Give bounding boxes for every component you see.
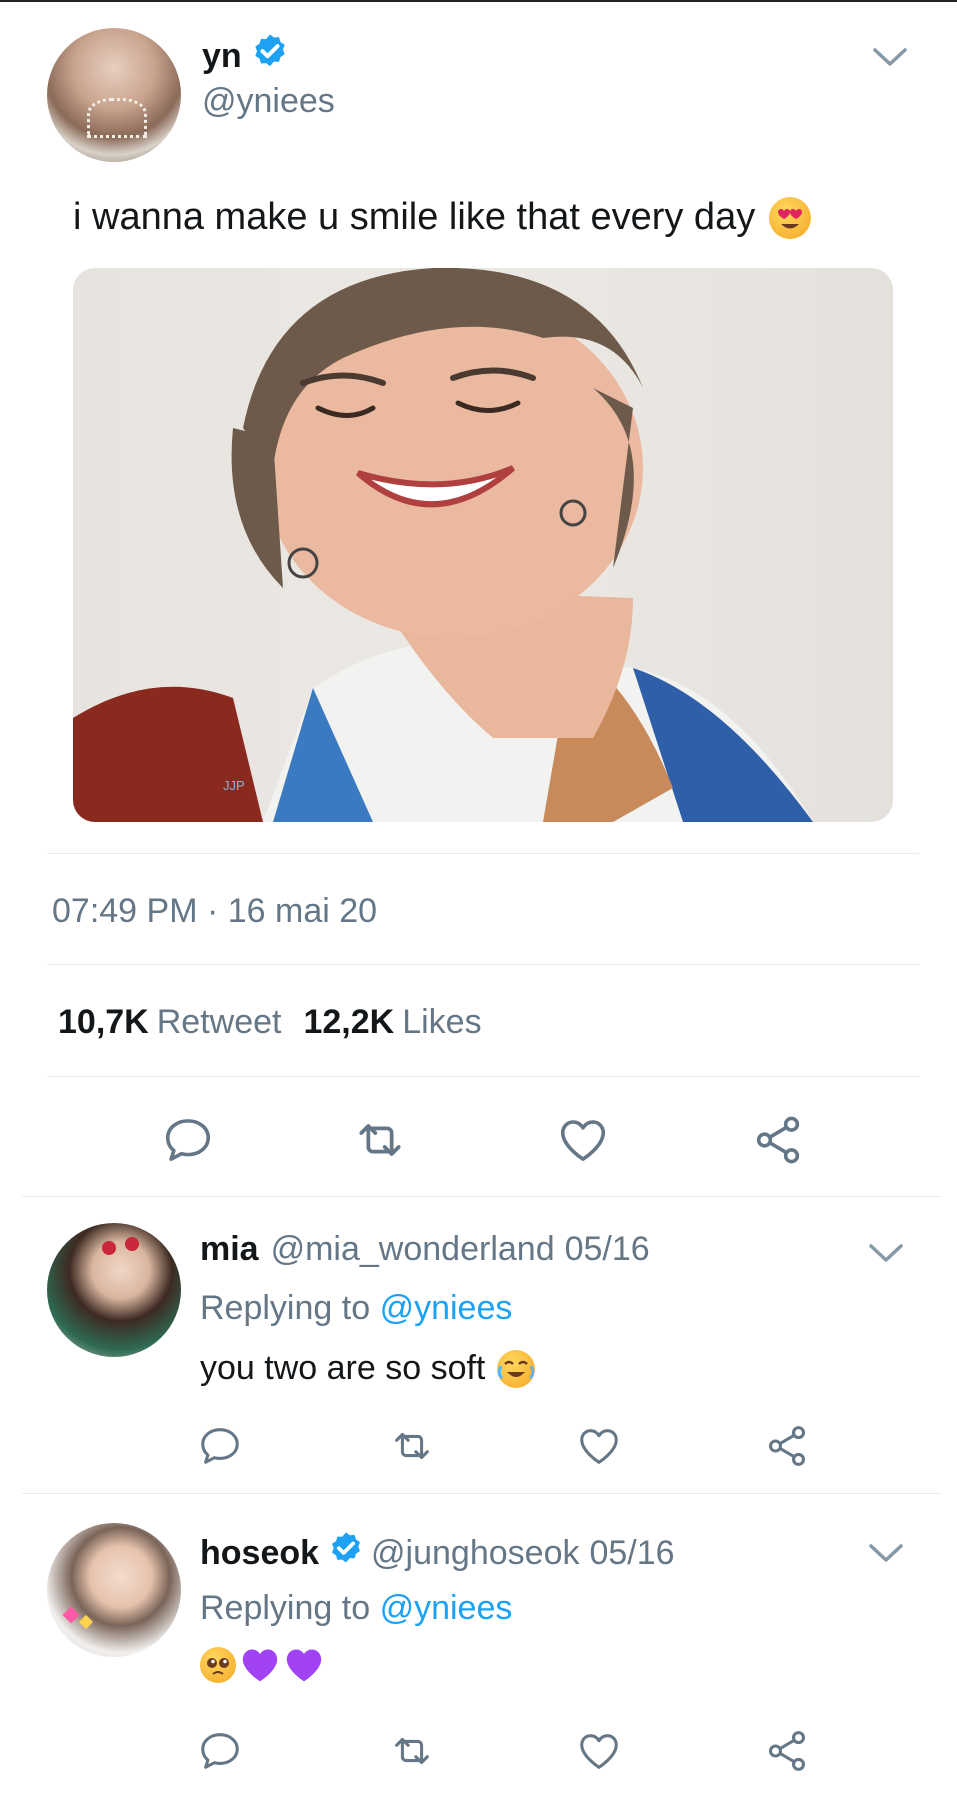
replying-to-mention[interactable]: @yniees bbox=[380, 1589, 513, 1627]
verified-badge-icon bbox=[250, 32, 290, 81]
retweet-icon bbox=[395, 1737, 429, 1765]
reply-button[interactable] bbox=[160, 1112, 216, 1168]
engagement-stats: 10,7K Retweet 12,2K Likes bbox=[58, 1003, 496, 1042]
retweet-button[interactable] bbox=[388, 1422, 436, 1470]
likes-count[interactable]: 12,2K bbox=[303, 1003, 394, 1042]
replying-to-row: Replying to @yniees bbox=[200, 1589, 512, 1628]
reply-text-row bbox=[200, 1647, 324, 1683]
reply-author-name[interactable]: hoseok bbox=[200, 1534, 319, 1573]
purple-heart-icon bbox=[286, 1649, 322, 1682]
reply-icon bbox=[165, 1119, 211, 1161]
retweet-button[interactable] bbox=[388, 1727, 436, 1775]
chevron-down-icon[interactable] bbox=[866, 1538, 906, 1573]
author-name[interactable]: yn bbox=[202, 37, 242, 76]
heart-icon bbox=[580, 1734, 618, 1769]
replying-to-label: Replying to bbox=[200, 1289, 371, 1327]
reply-author-handle[interactable]: @mia_wonderland bbox=[271, 1230, 555, 1269]
reply-author-row: hoseok @junghoseok 05/16 bbox=[200, 1530, 675, 1577]
likes-label[interactable]: Likes bbox=[402, 1003, 481, 1042]
photo-illustration: JJP bbox=[73, 268, 813, 822]
replying-to-mention[interactable]: @yniees bbox=[380, 1289, 513, 1327]
like-button[interactable] bbox=[555, 1112, 611, 1168]
reply-author-name[interactable]: mia bbox=[200, 1230, 259, 1269]
verified-badge-icon bbox=[327, 1530, 365, 1577]
share-button[interactable] bbox=[763, 1727, 811, 1775]
tweet-timestamp[interactable]: 07:49 PM · 16 mai 20 bbox=[52, 892, 377, 931]
reply-author-handle[interactable]: @junghoseok bbox=[371, 1534, 579, 1573]
share-button[interactable] bbox=[750, 1112, 806, 1168]
divider bbox=[47, 964, 919, 965]
divider bbox=[47, 1076, 919, 1077]
avatar[interactable] bbox=[47, 28, 181, 162]
share-icon bbox=[768, 1426, 806, 1466]
reply-icon bbox=[201, 1733, 239, 1769]
retweet-icon bbox=[395, 1432, 429, 1460]
crying-laughing-emoji-icon bbox=[497, 1349, 536, 1388]
author-handle-row: @yniees bbox=[202, 82, 335, 121]
retweet-count[interactable]: 10,7K bbox=[58, 1003, 149, 1042]
share-icon bbox=[768, 1731, 806, 1771]
reply-date: 05/16 bbox=[589, 1534, 675, 1572]
author-row: yn bbox=[202, 32, 290, 81]
share-button[interactable] bbox=[763, 1422, 811, 1470]
like-button[interactable] bbox=[575, 1422, 623, 1470]
chevron-down-icon[interactable] bbox=[870, 42, 910, 77]
reply-author-row: mia @mia_wonderland 05/16 bbox=[200, 1230, 650, 1269]
divider bbox=[22, 1196, 942, 1197]
heart-eyes-emoji-icon bbox=[769, 196, 812, 239]
chevron-down-icon[interactable] bbox=[866, 1238, 906, 1273]
reply-button[interactable] bbox=[196, 1422, 244, 1470]
retweet-icon bbox=[359, 1124, 401, 1156]
replying-to-label: Replying to bbox=[200, 1589, 371, 1627]
divider bbox=[47, 853, 919, 854]
reply-text: you two are so soft bbox=[200, 1349, 486, 1387]
author-handle[interactable]: @yniees bbox=[202, 82, 335, 121]
like-button[interactable] bbox=[575, 1727, 623, 1775]
retweet-label[interactable]: Retweet bbox=[157, 1003, 282, 1042]
tweet-text: i wanna make u smile like that every day bbox=[73, 196, 756, 238]
divider bbox=[22, 1493, 942, 1494]
heart-icon bbox=[580, 1429, 618, 1464]
replying-to-row: Replying to @yniees bbox=[200, 1289, 512, 1328]
heart-icon bbox=[560, 1120, 606, 1161]
share-icon bbox=[756, 1116, 800, 1164]
reply-icon bbox=[201, 1428, 239, 1464]
reply-text-row: you two are so soft bbox=[200, 1349, 536, 1388]
purple-heart-icon bbox=[242, 1649, 278, 1682]
tweet-photo[interactable]: JJP bbox=[73, 268, 893, 822]
top-border bbox=[0, 0, 957, 2]
avatar[interactable] bbox=[47, 1223, 181, 1357]
reply-button[interactable] bbox=[196, 1727, 244, 1775]
svg-text:JJP: JJP bbox=[223, 778, 245, 793]
reply-date: 05/16 bbox=[564, 1230, 650, 1268]
retweet-button[interactable] bbox=[352, 1112, 408, 1168]
pleading-face-emoji-icon bbox=[200, 1647, 236, 1683]
tweet-text-row: i wanna make u smile like that every day bbox=[73, 196, 812, 239]
avatar[interactable] bbox=[47, 1523, 181, 1657]
